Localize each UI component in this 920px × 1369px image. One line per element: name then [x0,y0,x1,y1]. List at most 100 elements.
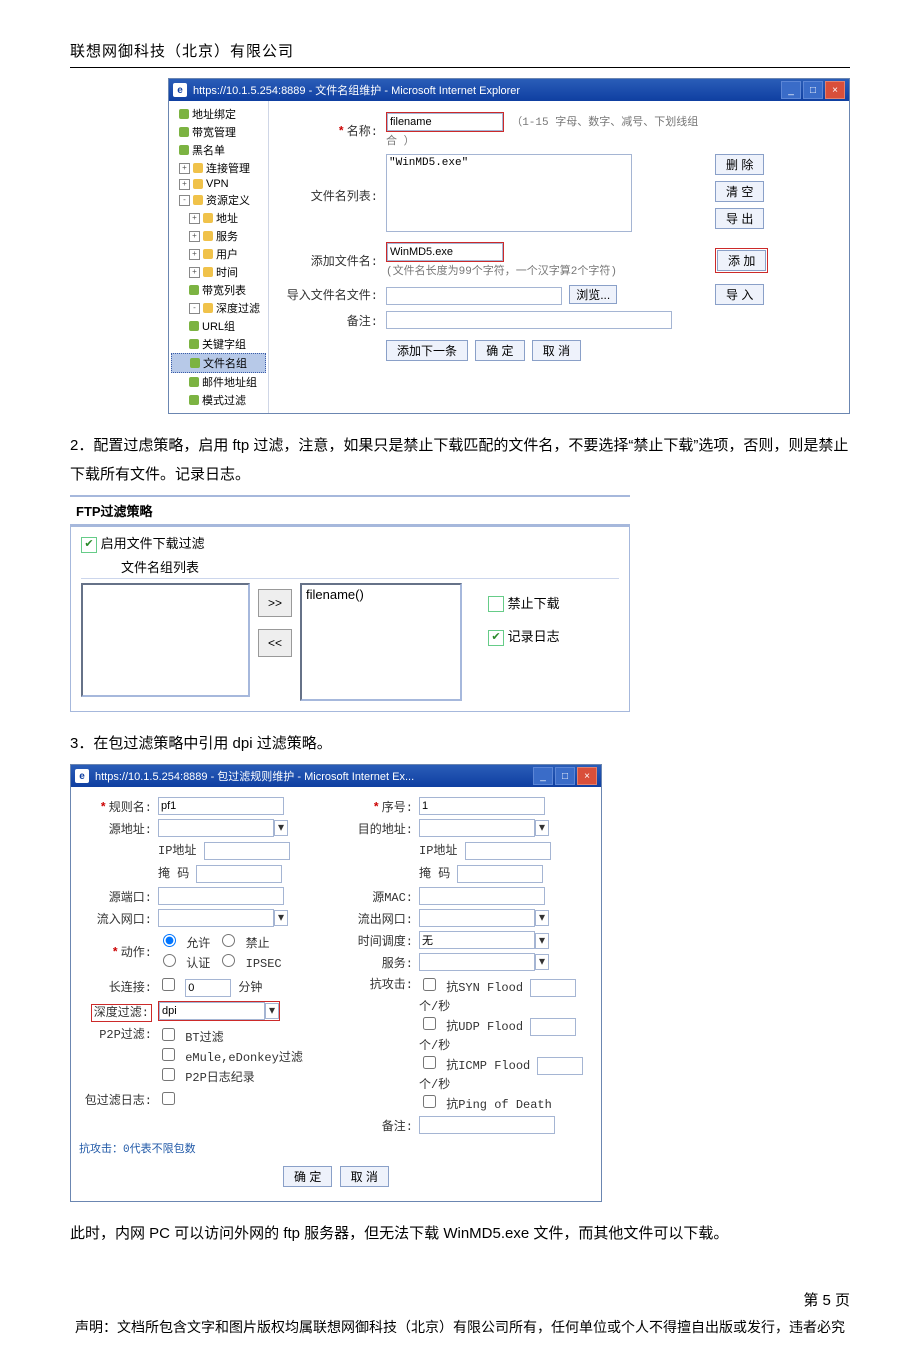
tree-item-带宽管理[interactable]: 带宽管理 [171,123,266,141]
action-allow[interactable]: 允许 [158,937,210,951]
label-src: 源地址: [81,817,155,839]
label-filelist: 文件名列表: [279,151,382,239]
service-select[interactable] [419,953,535,971]
icmp-input[interactable] [537,1057,583,1075]
label-pflog: 包过滤日志: [81,1087,155,1111]
action-auth[interactable]: 认证 [158,957,210,971]
tree-item-带宽列表[interactable]: 带宽列表 [171,281,266,299]
label-seq: 序号: [382,801,413,815]
dpi-select[interactable] [159,1002,265,1020]
titlebar-2: e https://10.1.5.254:8889 - 包过滤规则维护 - Mi… [71,765,601,787]
import-button[interactable]: 导 入 [715,284,764,305]
long-conn-value[interactable] [185,979,231,997]
nav-tree[interactable]: 地址绑定带宽管理黑名单+连接管理+VPN-资源定义+地址+服务+用户+时间带宽列… [169,101,269,413]
window-packet-filter: e https://10.1.5.254:8889 - 包过滤规则维护 - Mi… [70,764,602,1202]
anti-note: 抗攻击：0代表不限包数 [75,1138,597,1158]
selected-item[interactable]: filename() [306,587,364,602]
log-checkbox[interactable] [488,630,504,646]
long-conn-checkbox[interactable] [162,978,175,991]
close-button[interactable]: × [577,767,597,785]
move-right-button[interactable]: >> [258,589,292,617]
maximize-button[interactable]: □ [555,767,575,785]
close-button[interactable]: × [825,81,845,99]
add-button[interactable]: 添 加 [717,250,766,271]
sport-input[interactable] [158,887,284,905]
export-button[interactable]: 导 出 [715,208,764,229]
label-smac: 源MAC: [342,885,416,907]
syn-input[interactable] [530,979,576,997]
cancel-button-2[interactable]: 取 消 [340,1166,389,1187]
src-ip-input[interactable] [204,842,290,860]
ok-button[interactable]: 确 定 [475,340,524,361]
tree-item-资源定义[interactable]: -资源定义 [171,191,266,209]
label-name: 名称: [347,125,378,139]
outif-select[interactable] [419,909,535,927]
enable-download-filter-checkbox[interactable] [81,537,97,553]
forbid-download-checkbox[interactable] [488,596,504,612]
smac-input[interactable] [419,887,545,905]
src-mask-input[interactable] [196,865,282,883]
file-list[interactable]: "WinMD5.exe" [386,154,632,232]
tree-item-服务[interactable]: +服务 [171,227,266,245]
browse-button[interactable]: 浏览... [569,285,617,304]
udp-input[interactable] [530,1018,576,1036]
label-dpi: 深度过滤: [91,1004,152,1022]
add-file-input[interactable] [387,243,503,261]
tree-item-关键字组[interactable]: 关键字组 [171,335,266,353]
tree-item-地址绑定[interactable]: 地址绑定 [171,105,266,123]
tree-item-深度过滤[interactable]: -深度过滤 [171,299,266,317]
label-time: 时间调度: [342,929,416,951]
bt-checkbox[interactable]: BT过滤 [158,1031,224,1045]
available-list[interactable] [81,583,250,697]
paragraph-2: 2．配置过虑策略，启用 ftp 过滤，注意，如果只是禁止下载匹配的文件名，不要选… [70,432,850,489]
minimize-button[interactable]: _ [533,767,553,785]
cancel-button[interactable]: 取 消 [532,340,581,361]
delete-button[interactable]: 删 除 [715,154,764,175]
add-next-button[interactable]: 添加下一条 [386,340,468,361]
syn-checkbox[interactable] [423,978,436,991]
tree-item-邮件地址组[interactable]: 邮件地址组 [171,373,266,391]
action-deny[interactable]: 禁止 [217,937,269,951]
minimize-button[interactable]: _ [781,81,801,99]
tree-item-文件名组[interactable]: 文件名组 [171,353,266,373]
pflog-checkbox[interactable] [162,1092,175,1105]
rule-name-input[interactable] [158,797,284,815]
selected-list[interactable]: filename() [300,583,462,701]
tree-item-地址[interactable]: +地址 [171,209,266,227]
src-select[interactable] [158,819,274,837]
window-title: https://10.1.5.254:8889 - 文件名组维护 - Micro… [193,82,520,98]
disclaimer: 声明：文档所包含文字和图片版权均属联想网御科技（北京）有限公司所有，任何单位或个… [70,1316,850,1340]
udp-checkbox[interactable] [423,1017,436,1030]
dst-ip-input[interactable] [465,842,551,860]
import-path-input[interactable] [386,287,562,305]
emule-checkbox[interactable]: eMule,eDonkey过滤 [158,1051,303,1065]
paragraph-3: 3．在包过滤策略中引用 dpi 过滤策略。 [70,730,850,759]
remark-input[interactable] [386,311,672,329]
tree-item-模式过滤[interactable]: 模式过滤 [171,391,266,409]
icmp-checkbox[interactable] [423,1056,436,1069]
action-ipsec[interactable]: IPSEC [217,957,281,971]
label-service: 服务: [342,951,416,973]
maximize-button[interactable]: □ [803,81,823,99]
ping-checkbox[interactable] [423,1095,436,1108]
tree-item-URL组[interactable]: URL组 [171,317,266,335]
name-input[interactable] [387,113,503,131]
dst-select[interactable] [419,819,535,837]
tree-item-黑名单[interactable]: 黑名单 [171,141,266,159]
p2plog-checkbox[interactable]: P2P日志纪录 [158,1071,255,1085]
tree-item-用户[interactable]: +用户 [171,245,266,263]
dst-mask-input[interactable] [457,865,543,883]
time-select[interactable] [419,931,535,949]
seq-input[interactable] [419,797,545,815]
tree-item-VPN[interactable]: +VPN [171,177,266,191]
add-hint: (文件名长度为99个字符，一个汉字算2个字符) [386,262,707,278]
move-left-button[interactable]: << [258,629,292,657]
remark2-input[interactable] [419,1116,555,1134]
inif-select[interactable] [158,909,274,927]
log-label: 记录日志 [508,629,560,644]
ok-button-2[interactable]: 确 定 [283,1166,332,1187]
clear-button[interactable]: 清 空 [715,181,764,202]
tree-item-时间[interactable]: +时间 [171,263,266,281]
ie-icon: e [75,769,89,783]
tree-item-连接管理[interactable]: +连接管理 [171,159,266,177]
